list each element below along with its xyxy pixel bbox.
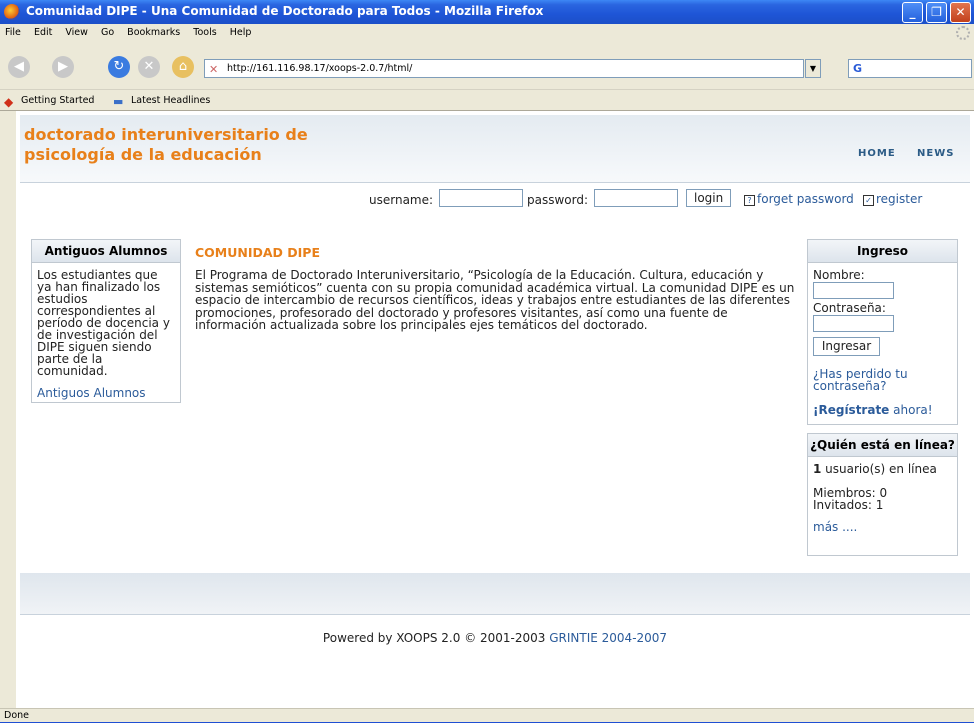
online-count-text: usuario(s) en línea	[821, 462, 937, 476]
site-title[interactable]: doctorado interuniversitario de psicolog…	[24, 125, 308, 165]
menu-tools[interactable]: Tools	[188, 24, 221, 38]
powered-by: Powered by XOOPS 2.0 © 2001-2003 GRINTIE…	[16, 631, 974, 645]
reload-button[interactable]: ↻	[108, 56, 130, 78]
center-title: COMUNIDAD DIPE	[195, 245, 321, 260]
login-button[interactable]: login	[686, 189, 732, 207]
register-text: register	[876, 192, 923, 206]
home-button[interactable]: ⌂	[172, 56, 194, 78]
lost-password-link[interactable]: ¿Has perdido tu contraseña?	[813, 368, 952, 392]
password-input[interactable]	[594, 189, 678, 207]
getting-started-icon: ◆	[4, 95, 14, 109]
rss-folder-icon: ▬	[113, 95, 124, 108]
menu-edit[interactable]: Edit	[29, 24, 57, 38]
menu-view[interactable]: View	[60, 24, 93, 38]
nav-home-link[interactable]: HOME	[858, 148, 896, 159]
bookmark-latest-headlines[interactable]: Latest Headlines	[131, 95, 210, 106]
antiguos-alumnos-text: Los estudiantes que ya han finalizado lo…	[37, 268, 170, 378]
page-icon: ✕	[209, 63, 219, 76]
browser-window: Comunidad DIPE - Una Comunidad de Doctor…	[0, 0, 974, 722]
guests-count: Invitados: 1	[813, 498, 884, 512]
nombre-label: Nombre:	[813, 268, 865, 282]
register-link[interactable]: ✓ register	[863, 192, 922, 206]
google-search-icon: G	[853, 62, 863, 75]
address-dropdown-button[interactable]: ▼	[805, 59, 821, 78]
maximize-button[interactable]: ❐	[926, 2, 947, 23]
firefox-icon	[4, 4, 20, 20]
login-bar: username: password: login ? forget passwo…	[16, 189, 974, 211]
center-body: El Programa de Doctorado Interuniversita…	[195, 268, 795, 332]
title-bar[interactable]: Comunidad DIPE - Una Comunidad de Doctor…	[0, 0, 974, 24]
menu-bookmarks[interactable]: Bookmarks	[122, 24, 185, 38]
menu-help[interactable]: Help	[225, 24, 257, 38]
search-box[interactable]: G	[848, 59, 972, 78]
antiguos-alumnos-link[interactable]: Antiguos Alumnos	[37, 387, 175, 399]
nav-news-link[interactable]: NEWS	[917, 148, 954, 159]
antiguos-alumnos-block: Antiguos Alumnos Los estudiantes que ya …	[31, 239, 181, 403]
ingreso-block: Ingreso Nombre: Contraseña: Ingresar ¿Ha…	[807, 239, 958, 425]
status-bar: Done	[0, 708, 974, 722]
forget-password-link[interactable]: ? forget password	[744, 192, 854, 206]
contrasena-input[interactable]	[813, 315, 894, 332]
powered-text: Powered by XOOPS 2.0 © 2001-2003	[322, 631, 550, 645]
contrasena-label: Contraseña:	[813, 301, 886, 315]
url-text: http://161.116.98.17/xoops-2.0.7/html/	[227, 63, 413, 74]
menu-bar: File Edit View Go Bookmarks Tools Help	[0, 24, 974, 44]
register-now-rest: ahora!	[889, 403, 933, 417]
more-link[interactable]: más ....	[813, 521, 952, 533]
site-title-line1: doctorado interuniversitario de	[24, 125, 308, 144]
minimize-button[interactable]: _	[902, 2, 923, 23]
help-icon: ?	[744, 195, 755, 206]
username-input[interactable]	[439, 189, 523, 207]
menu-file[interactable]: File	[0, 24, 26, 38]
online-block: ¿Quién está en línea? 1 usuario(s) en lí…	[807, 433, 958, 556]
online-title: ¿Quién está en línea?	[808, 434, 957, 457]
register-now-bold: ¡Regístrate	[813, 403, 890, 417]
stop-button[interactable]: ✕	[138, 56, 160, 78]
close-button[interactable]: ✕	[950, 2, 971, 23]
password-label: password:	[527, 193, 589, 207]
grintie-link[interactable]: GRINTIE 2004-2007	[549, 631, 667, 645]
window-title: Comunidad DIPE - Una Comunidad de Doctor…	[26, 4, 544, 18]
main-content: COMUNIDAD DIPE El Programa de Doctorado …	[195, 245, 795, 332]
ingreso-title: Ingreso	[808, 240, 957, 263]
checkbox-icon: ✓	[863, 195, 874, 206]
footer-bar	[20, 573, 970, 615]
bookmarks-toolbar: ◆ Getting Started ▬ Latest Headlines	[0, 89, 974, 111]
username-label: username:	[369, 193, 434, 207]
throbber-icon	[956, 26, 970, 40]
site-title-line2: psicología de la educación	[24, 145, 262, 164]
status-text: Done	[4, 710, 29, 721]
nombre-input[interactable]	[813, 282, 894, 299]
forget-password-text: forget password	[757, 192, 854, 206]
menu-go[interactable]: Go	[96, 24, 119, 38]
page-content: doctorado interuniversitario de psicolog…	[16, 111, 974, 708]
online-count-line: 1 usuario(s) en línea	[813, 463, 952, 475]
register-now-link[interactable]: ¡Regístrate ahora!	[813, 404, 952, 416]
antiguos-alumnos-title: Antiguos Alumnos	[32, 240, 180, 263]
ingresar-button[interactable]: Ingresar	[813, 337, 880, 356]
back-button[interactable]: ◀	[8, 56, 30, 78]
address-bar[interactable]: ✕ http://161.116.98.17/xoops-2.0.7/html/	[204, 59, 804, 78]
forward-button[interactable]: ▶	[52, 56, 74, 78]
site-header: doctorado interuniversitario de psicolog…	[20, 115, 970, 183]
bookmark-getting-started[interactable]: Getting Started	[21, 95, 94, 106]
